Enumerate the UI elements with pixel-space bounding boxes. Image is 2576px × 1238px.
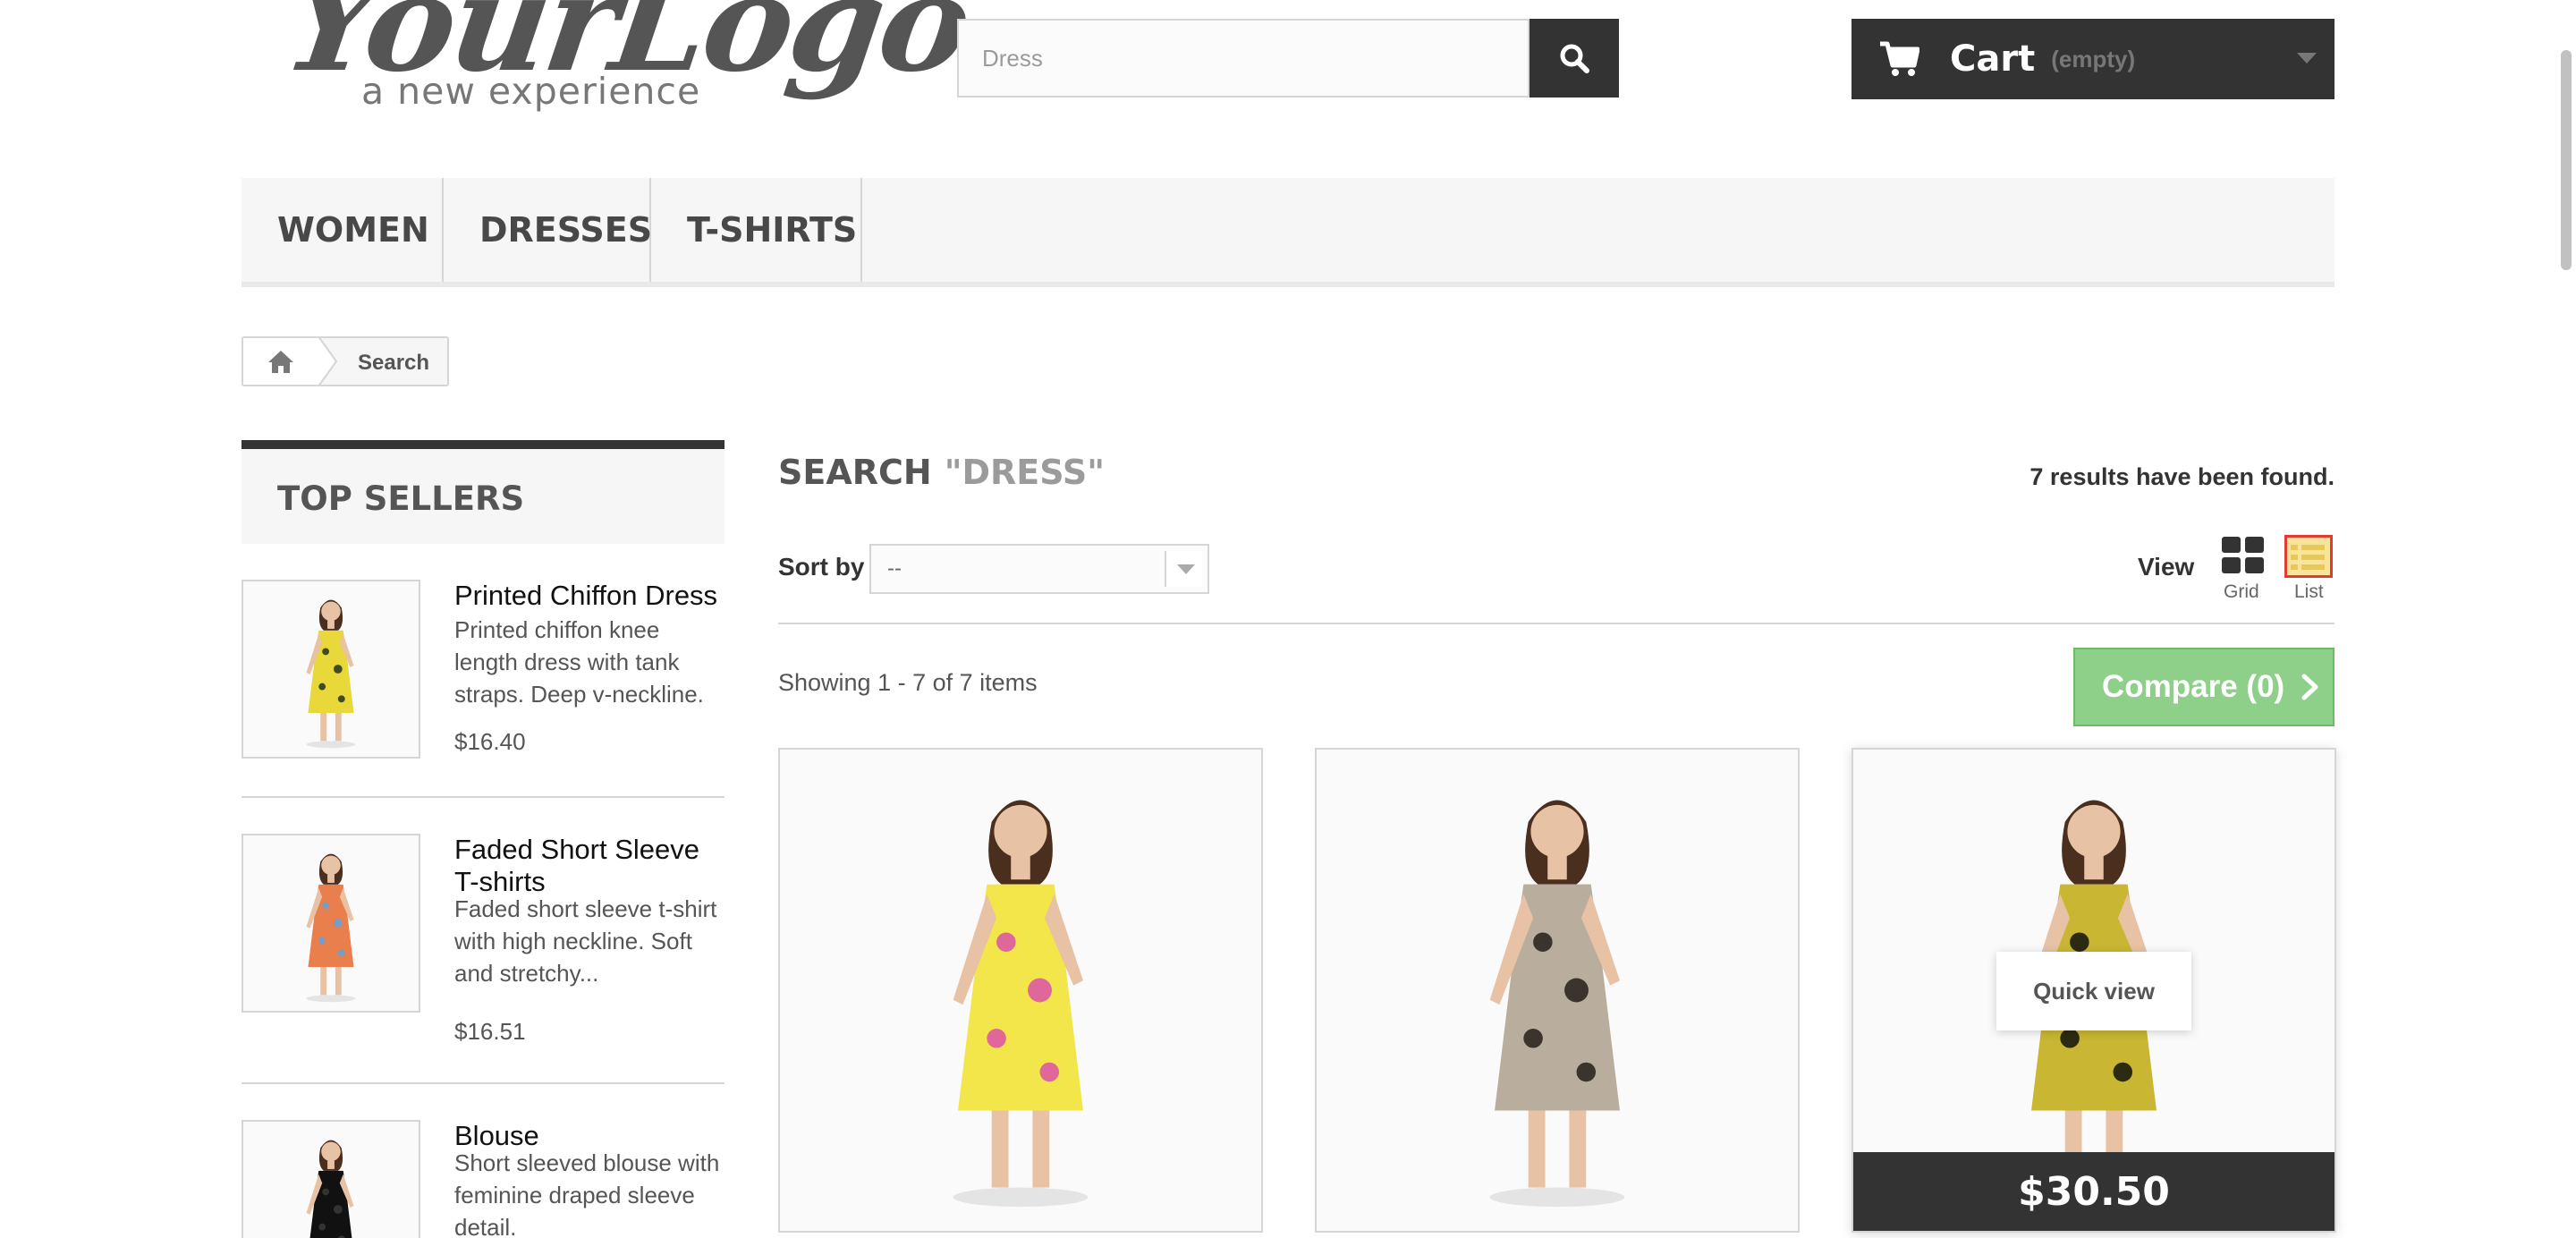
menu-item-label: DRESSES: [479, 210, 653, 250]
top-seller-item: Printed Chiffon Dress Printed chiffon kn…: [242, 580, 724, 776]
grid-view-label: Grid: [2224, 581, 2259, 602]
compare-button[interactable]: Compare (0): [2073, 648, 2334, 726]
product-thumbnail[interactable]: [242, 1120, 420, 1238]
top-seller-item: Blouse Short sleeved blouse with feminin…: [242, 1120, 724, 1238]
breadcrumb-separator: [302, 338, 338, 385]
list-view-label: List: [2294, 581, 2324, 602]
page-heading: SEARCH: [778, 453, 932, 492]
page-title: SEARCH "DRESS": [778, 453, 1105, 492]
top-seller-item: Faded Short Sleeve T-shirts Faded short …: [242, 834, 724, 1045]
search-query: "DRESS": [944, 453, 1106, 492]
chevron-down-icon: [1165, 551, 1202, 587]
menu-item-label: T-SHIRTS: [687, 210, 858, 250]
home-icon: [268, 351, 293, 373]
cart-status: (empty): [2051, 45, 2136, 72]
top-sellers-title: TOP SELLERS: [277, 479, 525, 518]
search-button[interactable]: [1530, 19, 1619, 98]
product-image: [780, 750, 1261, 1231]
product-card[interactable]: [1315, 748, 1800, 1233]
product-name-link[interactable]: Printed Chiffon Dress: [454, 580, 723, 612]
product-card[interactable]: Quick view $30.50: [1852, 748, 2336, 1233]
grid-view-button[interactable]: [2222, 537, 2265, 574]
compare-label: Compare (0): [2102, 669, 2285, 704]
sort-value: --: [887, 556, 902, 581]
shopping-cart-icon: [1880, 41, 1919, 76]
chevron-down-icon: [2297, 53, 2317, 64]
breadcrumb-current: Search: [358, 351, 430, 375]
product-price: $16.40: [454, 728, 526, 755]
product-card[interactable]: [778, 748, 1263, 1233]
product-image: [1317, 750, 1798, 1231]
cart-label: Cart: [1950, 38, 2036, 80]
menu-item-t-shirts[interactable]: T-SHIRTS: [651, 178, 862, 282]
sort-label: Sort by: [778, 553, 865, 581]
breadcrumb: Search: [242, 336, 449, 386]
divider: [242, 796, 724, 798]
list-view-button[interactable]: [2284, 535, 2333, 578]
menu-item-dresses[interactable]: DRESSES: [444, 178, 653, 282]
product-description: Printed chiffon knee length dress with t…: [454, 616, 704, 708]
top-sellers-header: TOP SELLERS: [242, 440, 724, 544]
search-icon: [1560, 44, 1589, 73]
site-logo[interactable]: YourLogo a new experience: [275, 0, 978, 116]
product-thumbnail[interactable]: [242, 580, 420, 759]
search-input[interactable]: [959, 21, 1528, 96]
search-box: [957, 19, 1530, 98]
divider: [778, 623, 2334, 624]
product-price: $16.51: [454, 1018, 526, 1045]
product-price: $30.50: [1853, 1152, 2334, 1231]
product-name-link[interactable]: Faded Short Sleeve T-shirts: [454, 834, 723, 898]
quick-view-button[interactable]: Quick view: [1996, 952, 2191, 1030]
scrollbar-thumb[interactable]: [2561, 50, 2572, 270]
grid-icon: [2222, 537, 2264, 573]
main-menu: WOMEN DRESSES T-SHIRTS: [242, 178, 2334, 287]
showing-count: Showing 1 - 7 of 7 items: [778, 669, 1038, 696]
menu-item-women[interactable]: WOMEN: [242, 178, 444, 282]
product-description: Short sleeved blouse with feminine drape…: [454, 1149, 720, 1238]
view-label: View: [2138, 553, 2195, 581]
list-icon: [2291, 545, 2325, 570]
sort-select[interactable]: --: [869, 544, 1209, 594]
product-description: Faded short sleeve t-shirt with high nec…: [454, 895, 717, 987]
cart-button[interactable]: Cart (empty): [1852, 19, 2334, 99]
menu-item-label: WOMEN: [277, 210, 429, 250]
chevron-right-icon: [2301, 674, 2318, 700]
logo-tagline: a new experience: [361, 70, 701, 113]
product-thumbnail[interactable]: [242, 834, 420, 1013]
result-count: 7 results have been found.: [2029, 463, 2334, 490]
divider: [242, 1082, 724, 1084]
